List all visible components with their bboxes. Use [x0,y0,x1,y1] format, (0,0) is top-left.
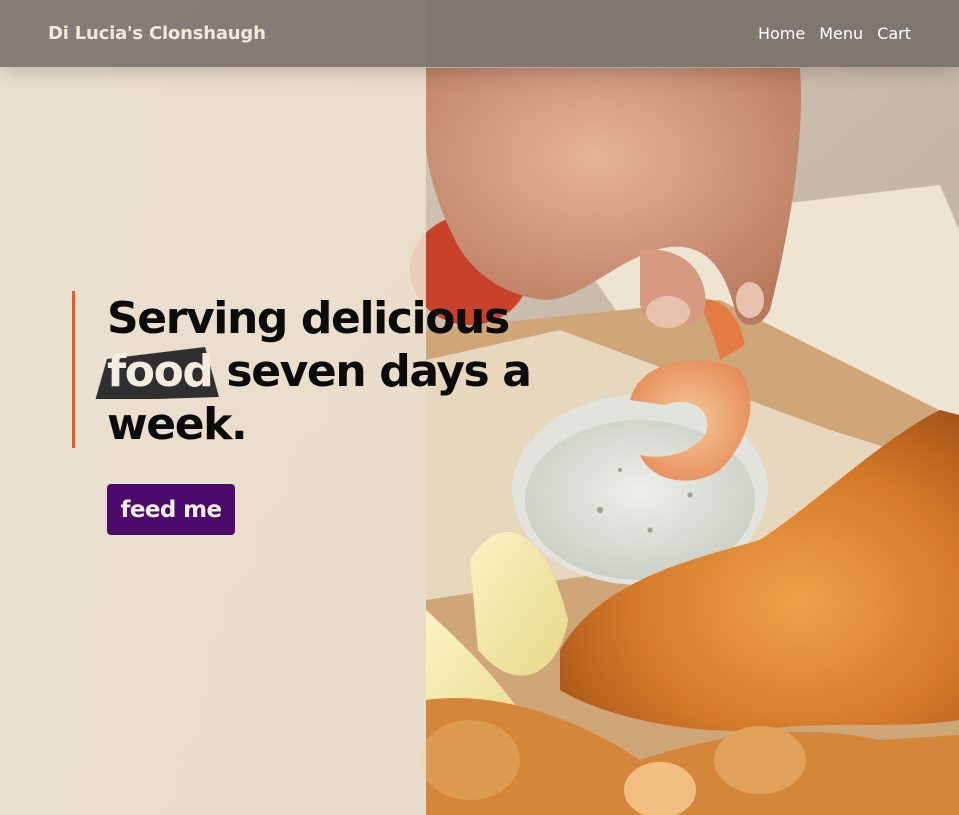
headline-line-2: seven days a [226,346,532,397]
landing-page: Di Lucia's Clonshaugh Home Menu Cart Ser… [0,0,959,815]
hero-headline: Serving delicious food seven days a week… [95,292,532,451]
brand-logo-link[interactable]: Di Lucia's Clonshaugh [48,23,266,44]
headline-highlight: food [95,345,219,399]
headline-line-1: Serving delicious [107,293,510,344]
top-navbar: Di Lucia's Clonshaugh Home Menu Cart [0,0,959,67]
nav-links: Home Menu Cart [758,24,911,43]
headline-highlight-word: food [107,346,214,397]
headline-line-3: week. [107,399,248,450]
nav-link-menu[interactable]: Menu [819,24,863,43]
nav-link-cart[interactable]: Cart [877,24,911,43]
nav-link-home[interactable]: Home [758,24,805,43]
feed-me-button[interactable]: feed me [107,484,235,535]
hero-headline-block: Serving delicious food seven days a week… [72,291,532,451]
